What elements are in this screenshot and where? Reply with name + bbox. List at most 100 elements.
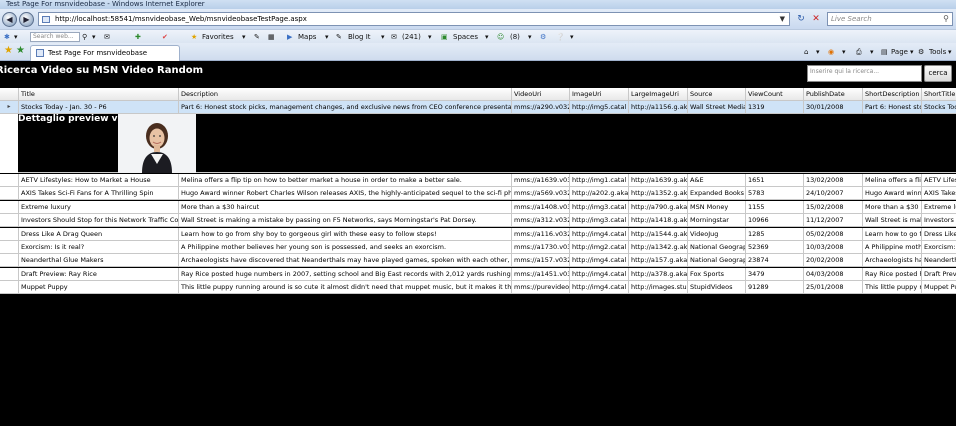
blog-it-button[interactable]: Blog It bbox=[348, 30, 371, 44]
address-dropdown-icon[interactable]: ▼ bbox=[780, 13, 785, 25]
tab-active[interactable]: Test Page For msnvideobase bbox=[30, 45, 180, 61]
column-header[interactable]: Title bbox=[18, 88, 178, 100]
web-search-dropdown-icon[interactable]: ▾ bbox=[92, 30, 96, 44]
table-cell: Melina offers a flip bbox=[862, 174, 921, 186]
favorites-dropdown-icon[interactable]: ▾ bbox=[242, 30, 246, 44]
table-cell: Hugo Award winne bbox=[862, 187, 921, 200]
home-icon[interactable]: ⌂ bbox=[804, 43, 808, 61]
table-cell: http://a157.g.akai bbox=[628, 254, 687, 267]
print-dropdown-icon[interactable]: ▾ bbox=[870, 43, 874, 61]
help-dropdown-icon[interactable]: ▾ bbox=[570, 30, 574, 44]
table-cell: 04/03/2008 bbox=[803, 267, 862, 280]
stop-icon[interactable]: ✕ bbox=[810, 13, 822, 25]
row-selector[interactable] bbox=[0, 201, 18, 213]
maps-button[interactable]: Maps bbox=[298, 30, 316, 44]
table-row[interactable]: Neanderthal Glue Makers Archaeologists ha… bbox=[0, 254, 956, 268]
page-content: Ricerca Video su MSN Video Random Inseri… bbox=[0, 61, 956, 426]
settings-icon[interactable]: ⚙ bbox=[540, 30, 546, 44]
toolbar-dropdown-icon[interactable]: ▾ bbox=[14, 30, 18, 44]
column-header[interactable]: ShortDescription bbox=[862, 88, 921, 100]
web-search-icon[interactable]: ⚲ bbox=[82, 30, 87, 44]
favorites-button[interactable]: Favorites bbox=[202, 30, 234, 44]
blog-dropdown-icon[interactable]: ▾ bbox=[381, 30, 385, 44]
column-header[interactable]: ShortTitle bbox=[921, 88, 956, 100]
table-row[interactable]: Investors Should Stop for this Network T… bbox=[0, 214, 956, 228]
table-cell: http://img4.catal bbox=[569, 267, 628, 280]
row-selector[interactable] bbox=[0, 187, 18, 199]
tools-menu[interactable]: Tools bbox=[929, 43, 946, 61]
messenger-count-button[interactable]: (8) bbox=[510, 30, 520, 44]
row-selector[interactable] bbox=[0, 228, 18, 240]
row-selector[interactable] bbox=[0, 268, 18, 280]
feeds-dropdown-icon[interactable]: ▾ bbox=[842, 43, 846, 61]
refresh-icon[interactable]: ↻ bbox=[795, 13, 807, 25]
table-cell: Wall Street Media bbox=[687, 101, 745, 113]
table-cell: Wall Street is maki bbox=[862, 214, 921, 227]
column-header[interactable]: Source bbox=[687, 88, 745, 100]
column-header[interactable]: PublishDate bbox=[803, 88, 862, 100]
table-row[interactable]: Muppet Puppy This little puppy running ar… bbox=[0, 281, 956, 295]
table-row[interactable]: Extreme luxury More than a $30 haircut mms… bbox=[0, 200, 956, 214]
highlight-icon[interactable]: ✚ bbox=[135, 30, 141, 44]
table-header-row[interactable]: Title Description VideoUri ImageUri LargeIma… bbox=[0, 88, 956, 101]
table-row[interactable]: Dress Like A Drag Queen Learn how to go f… bbox=[0, 227, 956, 241]
window-title: Test Page For msnvideobase - Windows Int… bbox=[6, 0, 205, 8]
back-button[interactable]: ◀ bbox=[2, 12, 17, 27]
search-button[interactable]: cerca bbox=[924, 65, 952, 82]
add-favorite-icon[interactable]: ★ bbox=[16, 45, 25, 57]
search-icon[interactable]: ⚲ bbox=[943, 13, 949, 25]
spaces-button[interactable]: Spaces bbox=[453, 30, 478, 44]
mail-icon[interactable]: ✉ bbox=[104, 30, 110, 44]
row-selector[interactable] bbox=[0, 214, 18, 226]
table-cell: 10/03/2008 bbox=[803, 241, 862, 253]
table-cell: 25/01/2008 bbox=[803, 281, 862, 294]
table-row-selected[interactable]: ▸ Stocks Today - Jan. 30 - P6 Part 6: Hone… bbox=[0, 101, 956, 114]
row-selector[interactable] bbox=[0, 241, 18, 253]
row-selector[interactable] bbox=[0, 281, 18, 293]
video-thumbnail[interactable] bbox=[118, 114, 196, 173]
maps-dropdown-icon[interactable]: ▾ bbox=[325, 30, 329, 44]
column-header[interactable]: Description bbox=[178, 88, 511, 100]
table-cell: http://img3.catal bbox=[569, 200, 628, 213]
mail-dropdown-icon[interactable]: ▾ bbox=[428, 30, 432, 44]
tools-dropdown-icon[interactable]: ▾ bbox=[948, 43, 952, 61]
column-header[interactable]: LargeImageUri bbox=[628, 88, 687, 100]
header-corner[interactable] bbox=[0, 88, 18, 100]
table-row[interactable]: Exorcism: Is it real? A Philippine mother… bbox=[0, 241, 956, 254]
row-selector[interactable]: ▸ bbox=[0, 101, 18, 113]
mail-count-button[interactable]: (241) bbox=[402, 30, 421, 44]
messenger-icon[interactable]: ✔ bbox=[162, 30, 168, 44]
table-cell: Morningstar bbox=[687, 214, 745, 227]
table-cell: AXIS Takes Sci-Fi Fans for A Thrilling S… bbox=[18, 187, 178, 200]
web-search-input[interactable]: Search web... bbox=[30, 32, 80, 42]
spaces-dropdown-icon[interactable]: ▾ bbox=[485, 30, 489, 44]
table-cell: Learn how to go from shy boy to gorgeous… bbox=[178, 227, 511, 240]
print-icon[interactable]: ⎙ bbox=[856, 43, 862, 61]
calendar-icon[interactable]: ▦ bbox=[268, 30, 275, 44]
table-cell: 5783 bbox=[745, 187, 803, 200]
feeds-icon[interactable]: ◉ bbox=[828, 43, 834, 61]
address-url[interactable]: http://localhost:58541/msnvideobase_Web/… bbox=[55, 13, 307, 25]
table-cell: Draft Preview: Ray Rice bbox=[18, 267, 178, 280]
column-header[interactable]: ImageUri bbox=[569, 88, 628, 100]
pencil-icon[interactable]: ✎ bbox=[254, 30, 260, 44]
address-bar[interactable]: http://localhost:58541/msnvideobase_Web/… bbox=[38, 12, 790, 26]
row-selector[interactable] bbox=[0, 174, 18, 186]
table-row[interactable]: AETV Lifestyles: How to Market a House Me… bbox=[0, 174, 956, 187]
help-icon[interactable]: ❔ bbox=[556, 30, 565, 44]
page-dropdown-icon[interactable]: ▾ bbox=[910, 43, 914, 61]
page-menu[interactable]: Page bbox=[891, 43, 908, 61]
forward-button[interactable]: ▶ bbox=[19, 12, 34, 27]
search-input[interactable]: Inserire qui la ricerca... bbox=[807, 65, 922, 82]
favorites-center-icon[interactable]: ★ bbox=[4, 45, 13, 57]
column-header[interactable]: VideoUri bbox=[511, 88, 569, 100]
home-dropdown-icon[interactable]: ▾ bbox=[816, 43, 820, 61]
messenger-dropdown-icon[interactable]: ▾ bbox=[528, 30, 532, 44]
table-row[interactable]: AXIS Takes Sci-Fi Fans for A Thrilling S… bbox=[0, 187, 956, 201]
row-selector[interactable] bbox=[0, 254, 18, 266]
live-search-input[interactable]: Live Search ⚲ bbox=[827, 12, 953, 26]
forward-arrow-icon: ▶ bbox=[23, 15, 30, 24]
table-row[interactable]: Draft Preview: Ray Rice Ray Rice posted h… bbox=[0, 267, 956, 281]
buddies-icon: ☺ bbox=[497, 33, 505, 41]
column-header[interactable]: ViewCount bbox=[745, 88, 803, 100]
